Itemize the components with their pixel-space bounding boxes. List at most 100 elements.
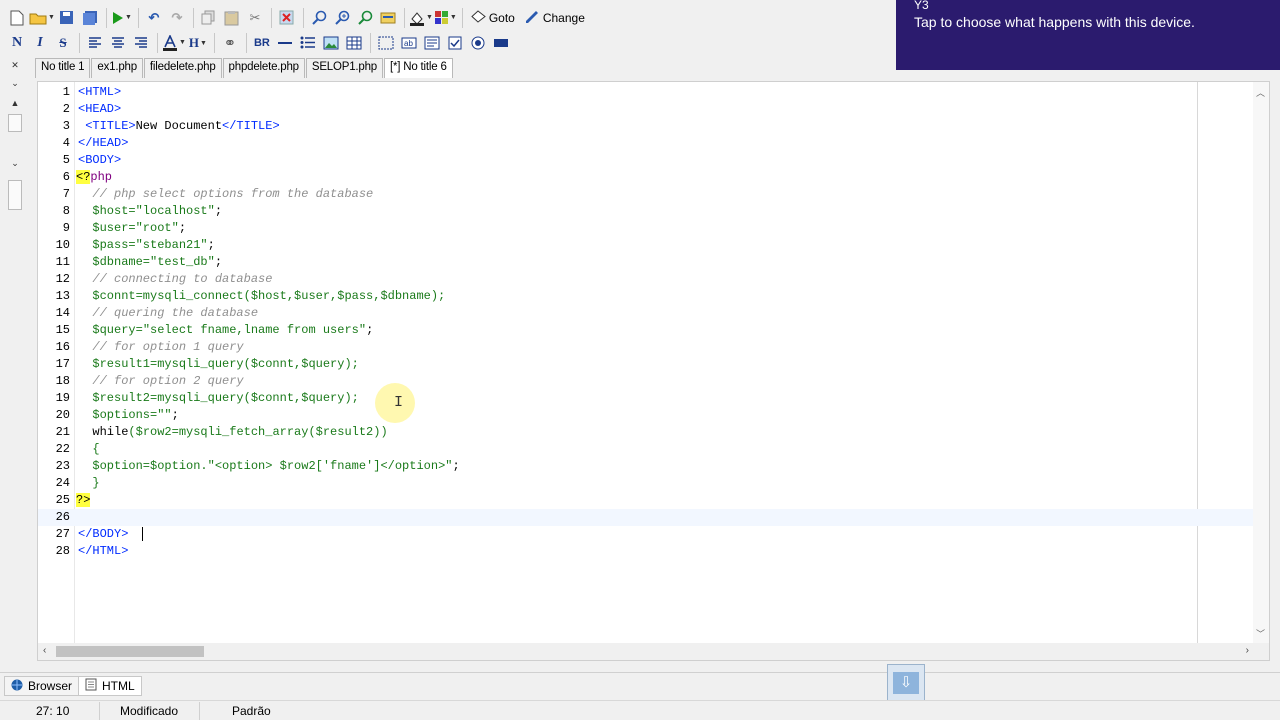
code-text: ; (366, 323, 374, 337)
strikethrough-button[interactable]: S (52, 32, 74, 54)
encoding-mode: Padrão (232, 703, 271, 718)
system-notification[interactable]: Y3 Tap to choose what happens with this … (896, 0, 1280, 70)
code-comment: // php select options from the database (78, 187, 374, 201)
color-picker-icon[interactable]: ▼ (434, 7, 457, 29)
undo-icon[interactable]: ↶ (143, 7, 165, 29)
line-number: 24 (55, 476, 70, 490)
tab-no-title-1[interactable]: No title 1 (35, 58, 91, 78)
form-icon[interactable] (375, 32, 397, 54)
link-icon[interactable]: ⚭ (219, 32, 241, 54)
code-line: 19 $result2=mysqli_query($connt,$query); (38, 390, 1254, 407)
copy-icon[interactable] (198, 7, 220, 29)
find-next-icon[interactable] (331, 7, 353, 29)
font-color-icon[interactable]: ▼ (162, 32, 186, 54)
panel-up-arrow-icon[interactable]: ▲ (4, 98, 26, 112)
code-text: $options= (78, 408, 158, 422)
horizontal-scroll-thumb[interactable] (56, 646, 204, 657)
scroll-right-icon[interactable]: › (1246, 645, 1249, 656)
separator (403, 7, 405, 28)
tab-selop1-php[interactable]: SELOP1.php (305, 58, 383, 78)
line-number: 15 (55, 323, 70, 337)
panel-scroll-thumb[interactable] (8, 114, 22, 132)
textarea-icon[interactable] (421, 32, 443, 54)
line-number: 16 (55, 340, 70, 354)
change-button[interactable]: Change (520, 7, 589, 29)
line-number: 12 (55, 272, 70, 286)
php-open-tag: <? (76, 170, 91, 184)
code-text: } (78, 476, 100, 490)
save-all-icon[interactable] (79, 7, 101, 29)
checkbox-icon[interactable] (444, 32, 466, 54)
scroll-up-icon[interactable]: ︿ (1256, 86, 1265, 99)
code-text: </BODY> (78, 527, 129, 541)
heading-button[interactable]: H ▼ (187, 32, 209, 54)
code-line: 28 </HTML> (38, 543, 1254, 560)
heading-label: H (188, 34, 200, 50)
new-file-icon[interactable] (6, 7, 28, 29)
line-number: 2 (62, 102, 70, 116)
code-line: 13 $connt=mysqli_connect($host,$user,$pa… (38, 288, 1254, 305)
paste-icon[interactable] (221, 7, 243, 29)
panel-chevron-icon[interactable]: ⌄ (4, 158, 26, 172)
tab-html[interactable]: HTML (78, 676, 142, 696)
replace-icon[interactable] (354, 7, 376, 29)
code-text: $pass= (78, 238, 136, 252)
cut-icon[interactable]: ✂ (244, 7, 266, 29)
vertical-scrollbar[interactable]: ︿ ﹀ (1253, 82, 1269, 644)
line-number: 10 (55, 238, 70, 252)
line-number: 6 (62, 170, 70, 184)
table-icon[interactable] (343, 32, 365, 54)
bold-button[interactable]: N (6, 32, 28, 54)
code-text: <HEAD> (78, 102, 122, 116)
align-center-icon[interactable] (107, 32, 129, 54)
align-left-icon[interactable] (84, 32, 106, 54)
separator (302, 7, 304, 28)
italic-button[interactable]: I (29, 32, 51, 54)
download-button[interactable]: ⇩ (887, 664, 925, 702)
highlight-icon[interactable] (377, 7, 399, 29)
horizontal-rule-icon[interactable] (274, 32, 296, 54)
fill-color-icon[interactable]: ▼ (409, 7, 433, 29)
line-break-button[interactable]: BR (251, 32, 273, 54)
tab-browser[interactable]: Browser (4, 676, 80, 696)
open-folder-icon[interactable]: ▼ (29, 7, 55, 29)
line-number: 3 (62, 119, 70, 133)
goto-icon (471, 9, 486, 26)
list-icon[interactable] (297, 32, 319, 54)
button-element-icon[interactable] (490, 32, 512, 54)
scroll-left-icon[interactable]: ‹ (43, 645, 46, 656)
separator (79, 32, 80, 53)
save-icon[interactable] (56, 7, 78, 29)
line-number: 19 (55, 391, 70, 405)
find-icon[interactable] (308, 7, 330, 29)
line-number: 17 (55, 357, 70, 371)
line-number: 25 (55, 493, 70, 507)
code-comment: // connecting to database (78, 272, 273, 286)
radio-icon[interactable] (467, 32, 489, 54)
goto-label: Goto (488, 10, 515, 25)
panel-tool-box[interactable] (8, 180, 22, 210)
image-icon[interactable] (320, 32, 342, 54)
tab-filedelete-php[interactable]: filedelete.php (143, 58, 222, 78)
textfield-icon[interactable]: ab (398, 32, 420, 54)
goto-button[interactable]: Goto (467, 7, 519, 29)
separator (137, 7, 139, 28)
scroll-down-icon[interactable]: ﹀ (1256, 627, 1265, 640)
separator (245, 32, 247, 53)
align-right-icon[interactable] (130, 32, 152, 54)
delete-icon[interactable] (276, 7, 298, 29)
code-text: </TITLE> (222, 119, 280, 133)
tab-phpdelete-php[interactable]: phpdelete.php (222, 58, 305, 78)
panel-close-icon[interactable]: ✕ (4, 60, 26, 74)
tab-ex1-php[interactable]: ex1.php (91, 58, 143, 78)
panel-chevron-down-icon[interactable]: ⌄ (4, 78, 26, 92)
code-comment: // quering the database (78, 306, 259, 320)
code-text: </HTML> (78, 544, 129, 558)
run-icon[interactable]: ▼ (111, 7, 133, 29)
code-editor[interactable]: 1 <HTML> 2 <HEAD> 3 <TITLE>New Document</T… (37, 81, 1270, 661)
redo-icon[interactable]: ↷ (166, 7, 188, 29)
horizontal-scrollbar[interactable]: ‹ › (38, 643, 1269, 660)
code-text: $host= (78, 204, 136, 218)
separator (157, 32, 158, 53)
tab-no-title-6[interactable]: [*] No title 6 (384, 58, 453, 78)
